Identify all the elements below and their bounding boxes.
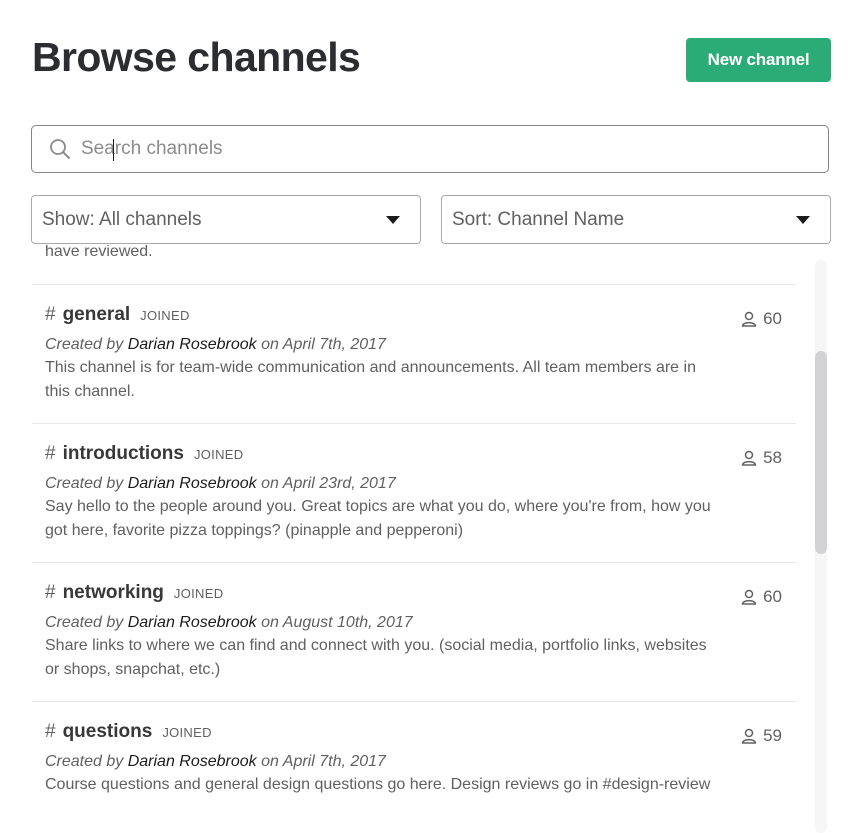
creator-name: Darian Rosebrook — [127, 753, 257, 770]
created-info: Created by Darian Rosebrook on August 10… — [45, 614, 413, 631]
user-icon — [741, 450, 757, 466]
page-title: Browse channels — [32, 34, 361, 80]
text-cursor — [113, 139, 114, 161]
search-icon — [49, 138, 71, 160]
channel-list[interactable]: have reviewed. # general JOINED Created … — [32, 245, 796, 833]
user-icon — [741, 589, 757, 605]
sort-dropdown[interactable]: Sort: Channel Name — [441, 195, 831, 244]
new-channel-button[interactable]: New channel — [686, 38, 831, 82]
member-count-value: 60 — [763, 309, 782, 328]
member-count-value: 58 — [763, 448, 782, 467]
channel-name: general — [62, 304, 131, 325]
hash-icon: # — [45, 304, 56, 325]
partial-channel-purpose: have reviewed. — [32, 245, 796, 285]
channel-name: questions — [62, 721, 153, 742]
member-count: 58 — [741, 448, 782, 468]
caret-down-icon — [386, 216, 400, 224]
joined-badge: JOINED — [173, 586, 224, 601]
header: Browse channels New channel — [32, 30, 831, 90]
search-input[interactable] — [81, 129, 828, 169]
channel-name: networking — [62, 582, 164, 603]
sort-label: Sort: Channel Name — [452, 208, 625, 230]
search-box[interactable] — [31, 125, 829, 173]
joined-badge: JOINED — [193, 447, 244, 462]
member-count: 59 — [741, 726, 782, 746]
joined-badge: JOINED — [162, 725, 212, 740]
member-count: 60 — [741, 587, 782, 607]
channel-row-general[interactable]: # general JOINED Created by Darian Roseb… — [32, 285, 796, 424]
user-icon — [741, 728, 757, 744]
channel-row-questions[interactable]: # questions JOINED Created by Darian Ros… — [32, 702, 796, 833]
creator-name: Darian Rosebrook — [127, 614, 257, 631]
scrollbar-thumb[interactable] — [815, 351, 827, 554]
member-count-value: 59 — [763, 726, 782, 745]
channel-purpose: This channel is for team-wide communicat… — [45, 359, 696, 400]
channel-row-introductions[interactable]: # introductions JOINED Created by Darian… — [32, 424, 796, 563]
channel-purpose: Say hello to the people around you. Grea… — [45, 498, 711, 539]
caret-down-icon — [796, 216, 810, 224]
hash-icon: # — [45, 721, 56, 742]
channel-purpose: Course questions and general design ques… — [45, 776, 711, 793]
user-icon — [741, 311, 757, 327]
created-info: Created by Darian Rosebrook on April 7th… — [45, 336, 386, 353]
channel-purpose: Share links to where we can find and con… — [45, 637, 707, 678]
channel-name: introductions — [62, 443, 184, 464]
show-filter-dropdown[interactable]: Show: All channels — [31, 195, 421, 244]
show-filter-label: Show: All channels — [42, 208, 202, 230]
channel-row-networking[interactable]: # networking JOINED Created by Darian Ro… — [32, 563, 796, 702]
member-count: 60 — [741, 309, 782, 329]
creator-name: Darian Rosebrook — [127, 336, 257, 353]
member-count-value: 60 — [763, 587, 782, 606]
creator-name: Darian Rosebrook — [127, 475, 257, 492]
hash-icon: # — [45, 443, 56, 464]
created-info: Created by Darian Rosebrook on April 23r… — [45, 475, 396, 492]
joined-badge: JOINED — [140, 308, 190, 323]
scrollbar-track[interactable] — [815, 260, 827, 833]
hash-icon: # — [45, 582, 56, 603]
created-info: Created by Darian Rosebrook on April 7th… — [45, 753, 386, 770]
